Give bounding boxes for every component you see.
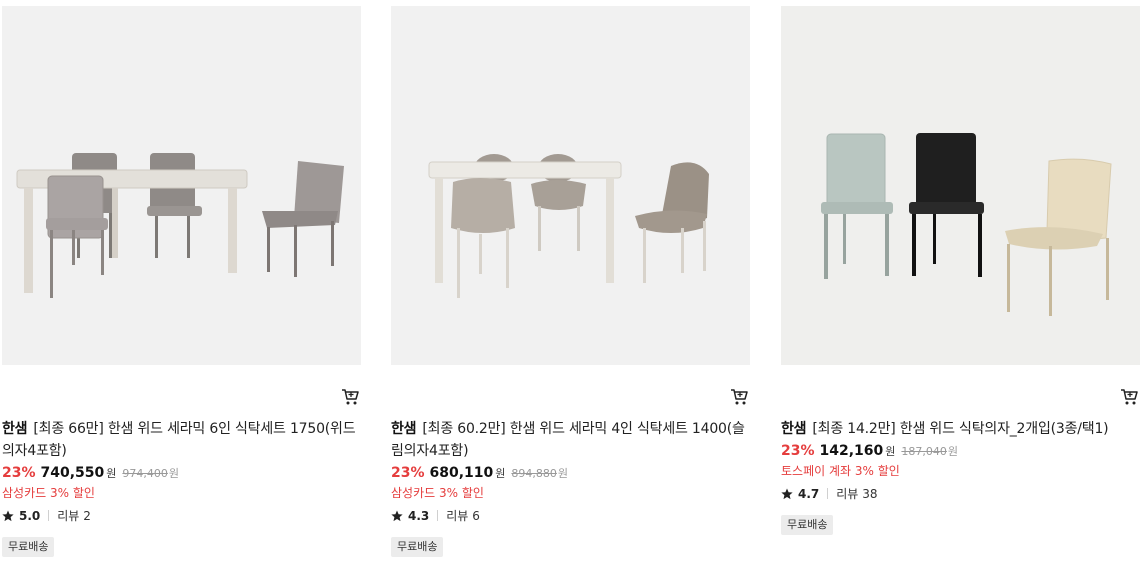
price-row: 23% 740,550 원 974,400 원 (2, 465, 179, 485)
review-count: 38 (862, 486, 878, 501)
star-icon (781, 488, 793, 499)
original-price: 187,040 (901, 445, 947, 458)
product-image[interactable] (391, 6, 750, 365)
free-shipping-badge: 무료배송 (781, 515, 834, 535)
product-title[interactable]: 한샘 [최종 14.2만] 한샘 위드 식탁의자_2개입(3종/택1) (781, 418, 1140, 440)
free-shipping-badge: 무료배송 (391, 537, 444, 557)
product-title[interactable]: 한샘 [최종 60.2만] 한샘 위드 세라믹 4인 식탁세트 1400(슬림의자… (391, 418, 751, 462)
price-row: 23% 680,110 원 894,880 원 (391, 465, 568, 485)
rating-value: 4.3 (408, 508, 430, 523)
product-image[interactable] (781, 6, 1140, 365)
currency-label: 원 (106, 467, 117, 480)
discount-rate: 23% (391, 465, 425, 481)
currency-label: 원 (885, 445, 896, 458)
promo-text: 토스페이 계좌 3% 할인 (781, 464, 900, 478)
price-row: 23% 142,160 원 187,040 원 (781, 443, 958, 463)
review-label: 리뷰 (57, 509, 80, 523)
sale-price: 142,160 (819, 443, 884, 459)
product-name: [최종 66만] 한샘 위드 세라믹 6인 식탁세트 1750(위드의자4포함) (2, 421, 356, 459)
product-title[interactable]: 한샘 [최종 66만] 한샘 위드 세라믹 6인 식탁세트 1750(위드의자4포… (2, 418, 362, 462)
rating-value: 5.0 (19, 508, 41, 523)
dining-table-4-chairs-image (391, 6, 750, 365)
review-label: 리뷰 (836, 487, 859, 501)
rating-row: 4.3 리뷰 6 (391, 507, 480, 524)
product-grid: 한샘 [최종 66만] 한샘 위드 세라믹 6인 식탁세트 1750(위드의자4포… (0, 0, 1140, 561)
review-count: 6 (472, 508, 480, 523)
product-name: [최종 14.2만] 한샘 위드 식탁의자_2개입(3종/택1) (812, 421, 1109, 437)
product-name: [최종 60.2만] 한샘 위드 세라믹 4인 식탁세트 1400(슬림의자4포… (391, 421, 745, 459)
brand-name: 한샘 (781, 421, 807, 437)
rating-row: 4.7 리뷰 38 (781, 485, 877, 502)
original-price: 974,400 (122, 467, 168, 480)
star-icon (2, 510, 14, 521)
original-currency-label: 원 (947, 445, 959, 458)
currency-label: 원 (495, 467, 506, 480)
cart-icon[interactable] (729, 387, 749, 407)
free-shipping-badge: 무료배송 (2, 537, 55, 557)
divider (437, 510, 439, 521)
original-price: 894,880 (511, 467, 557, 480)
cart-icon[interactable] (340, 387, 360, 407)
dining-table-6-chairs-image (2, 6, 361, 365)
promo-text: 삼성카드 3% 할인 (391, 486, 484, 500)
review-label: 리뷰 (446, 509, 469, 523)
product-image[interactable] (2, 6, 361, 365)
discount-rate: 23% (781, 443, 815, 459)
star-icon (391, 510, 403, 521)
sale-price: 740,550 (40, 465, 105, 481)
rating-row: 5.0 리뷰 2 (2, 507, 91, 524)
dining-chairs-image (781, 6, 1140, 365)
review-count: 2 (83, 508, 91, 523)
brand-name: 한샘 (391, 421, 417, 437)
discount-rate: 23% (2, 465, 36, 481)
divider (48, 510, 50, 521)
rating-value: 4.7 (798, 486, 820, 501)
cart-icon[interactable] (1119, 387, 1139, 407)
sale-price: 680,110 (429, 465, 494, 481)
original-currency-label: 원 (168, 467, 180, 480)
original-currency-label: 원 (557, 467, 569, 480)
promo-text: 삼성카드 3% 할인 (2, 486, 95, 500)
brand-name: 한샘 (2, 421, 28, 437)
divider (827, 488, 829, 499)
